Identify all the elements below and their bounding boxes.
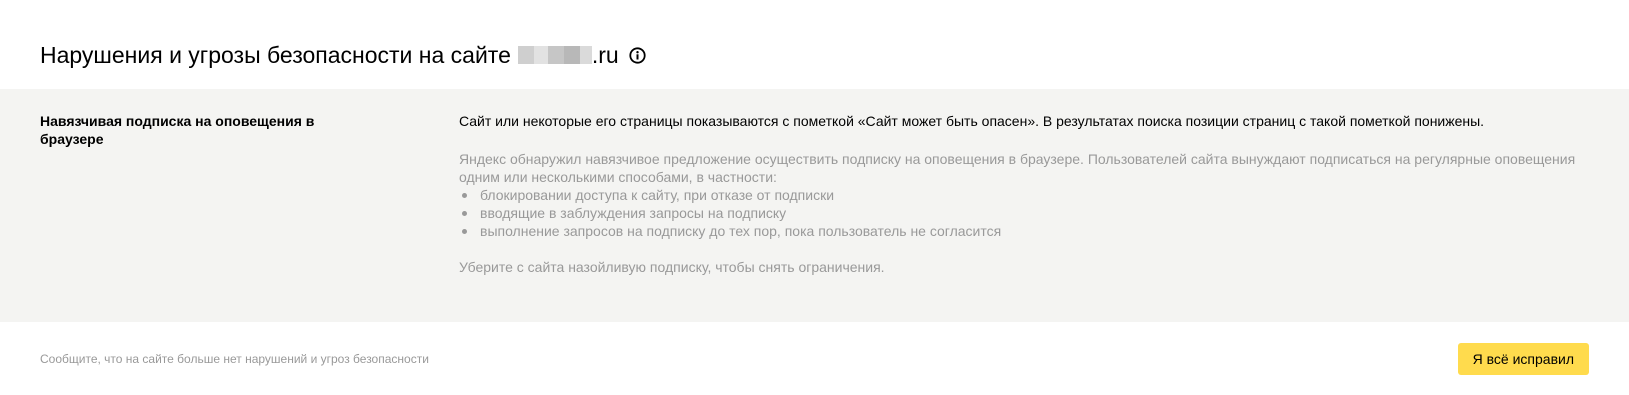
issue-body: Сайт или некоторые его страницы показыва…: [459, 112, 1579, 322]
page-title: Нарушения и угрозы безопасности на сайте…: [40, 40, 647, 70]
violation-ways-list: блокировании доступа к сайту, при отказе…: [459, 186, 1579, 240]
list-item: блокировании доступа к сайту, при отказе…: [459, 186, 1579, 204]
footer-note: Сообщите, что на сайте больше нет наруше…: [40, 351, 429, 366]
domain-suffix: .ru: [591, 42, 619, 68]
site-domain: .ru: [517, 40, 619, 70]
issue-title: Навязчивая подписка на оповещения в брау…: [40, 113, 315, 147]
list-item: выполнение запросов на подписку до тех п…: [459, 222, 1579, 240]
issue-summary: Сайт или некоторые его страницы показыва…: [459, 113, 1485, 129]
issue-advice: Уберите с сайта назойливую подписку, что…: [459, 259, 885, 275]
footer: Сообщите, что на сайте больше нет наруше…: [0, 322, 1629, 395]
fixed-button[interactable]: Я всё исправил: [1457, 342, 1589, 375]
page-title-text: Нарушения и угрозы безопасности на сайте: [40, 42, 511, 68]
issue-description: Яндекс обнаружил навязчивое предложение …: [459, 151, 1576, 185]
redacted-domain-name: [517, 46, 592, 64]
page-header: Нарушения и угрозы безопасности на сайте…: [0, 0, 1629, 89]
issue-panel: Навязчивая подписка на оповещения в брау…: [0, 89, 1629, 322]
info-circle-icon[interactable]: [629, 46, 647, 64]
list-item: вводящие в заблуждения запросы на подпис…: [459, 204, 1579, 222]
